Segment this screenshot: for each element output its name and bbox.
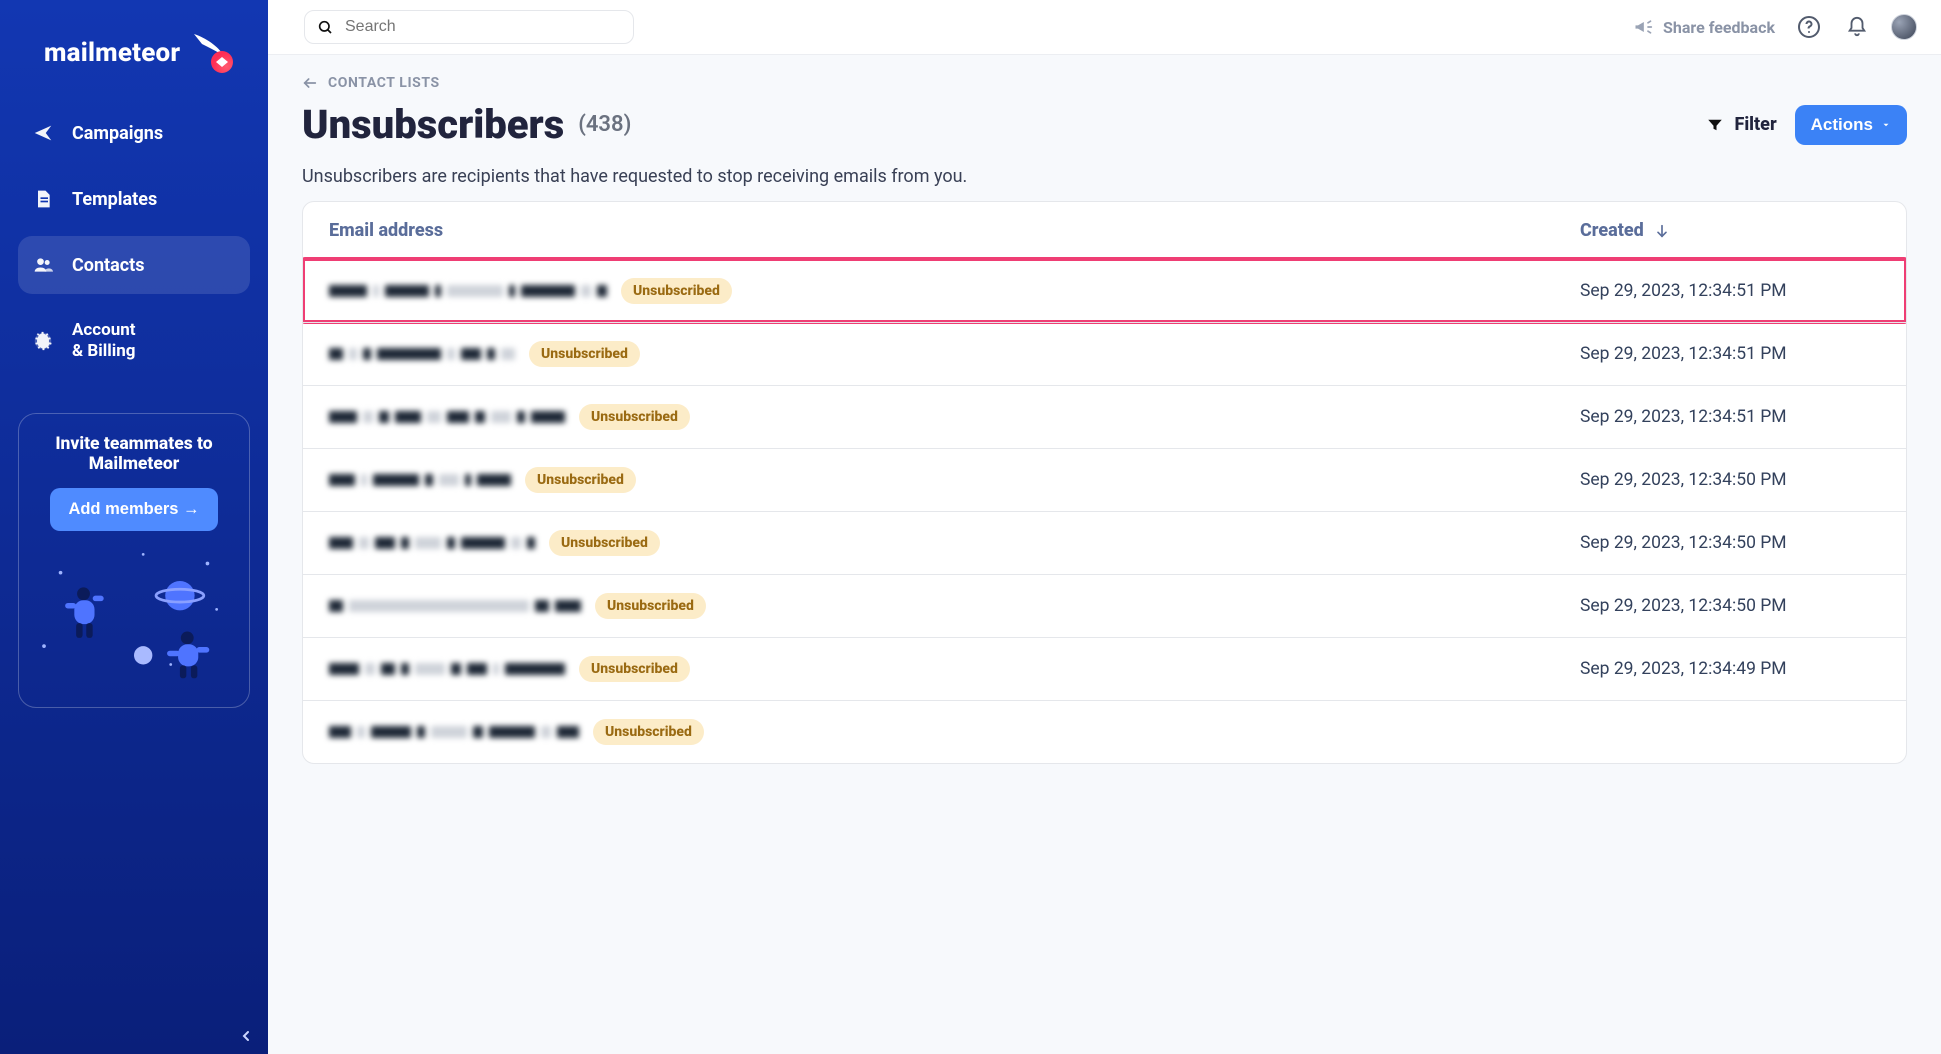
contacts-icon <box>32 254 54 276</box>
brand-name: mailmeteor <box>44 38 180 68</box>
add-members-button[interactable]: Add members → <box>50 488 217 531</box>
page-title: Unsubscribers <box>302 101 564 148</box>
invite-title: Invite teammates to Mailmeteor <box>33 434 235 474</box>
table-header: Email address Created <box>303 202 1906 259</box>
sidebar-item-label: Templates <box>72 189 157 210</box>
redacted-email <box>329 348 515 360</box>
sidebar-item-contacts[interactable]: Contacts <box>18 236 250 294</box>
caret-down-icon <box>1881 120 1891 130</box>
table-row[interactable]: Unsubscribed Sep 29, 2023, 12:34:51 PM <box>303 322 1906 385</box>
actions-label: Actions <box>1811 115 1873 135</box>
redacted-email <box>329 474 511 486</box>
sidebar-nav: Campaigns Templates Contacts Account& Billi… <box>0 94 268 391</box>
cell-email: Unsubscribed <box>329 656 1580 682</box>
filter-label: Filter <box>1734 114 1776 135</box>
sidebar-item-campaigns[interactable]: Campaigns <box>18 104 250 162</box>
redacted-email <box>329 537 535 549</box>
search-box[interactable] <box>304 10 634 44</box>
actions-button[interactable]: Actions <box>1795 105 1907 145</box>
status-badge: Unsubscribed <box>579 656 690 682</box>
share-feedback-label: Share feedback <box>1663 18 1775 37</box>
invite-teammates-card: Invite teammates to Mailmeteor Add membe… <box>18 413 250 708</box>
collapse-sidebar-button[interactable] <box>238 1028 254 1044</box>
brand-logo: mailmeteor <box>0 0 268 94</box>
cell-created: Sep 29, 2023, 12:34:51 PM <box>1580 344 1880 364</box>
breadcrumb-back[interactable]: CONTACT LISTS <box>302 75 1907 91</box>
table-row[interactable]: Unsubscribed Sep 29, 2023, 12:34:50 PM <box>303 448 1906 511</box>
redacted-email <box>329 726 579 738</box>
search-input[interactable] <box>343 17 621 37</box>
redacted-email <box>329 663 565 675</box>
status-badge: Unsubscribed <box>529 341 640 367</box>
sort-desc-icon <box>1654 223 1670 239</box>
page-description: Unsubscribers are recipients that have r… <box>302 166 1907 187</box>
redacted-email <box>329 411 565 423</box>
sidebar-item-account-billing[interactable]: Account& Billing <box>18 302 250 381</box>
cell-created: Sep 29, 2023, 12:34:49 PM <box>1580 659 1880 679</box>
sidebar-item-label: Contacts <box>72 255 144 276</box>
breadcrumb-label: CONTACT LISTS <box>328 75 440 91</box>
table-row[interactable]: Unsubscribed Sep 29, 2023, 12:34:51 PM <box>303 385 1906 448</box>
share-feedback-button[interactable]: Share feedback <box>1633 17 1775 37</box>
status-badge: Unsubscribed <box>621 278 732 304</box>
cell-created: Sep 29, 2023, 12:34:50 PM <box>1580 533 1880 553</box>
redacted-email <box>329 600 581 612</box>
cell-email: Unsubscribed <box>329 593 1580 619</box>
sidebar-item-templates[interactable]: Templates <box>18 170 250 228</box>
arrow-left-icon <box>302 75 318 91</box>
cell-created: Sep 29, 2023, 12:34:50 PM <box>1580 470 1880 490</box>
status-badge: Unsubscribed <box>579 404 690 430</box>
meteor-icon <box>188 30 234 76</box>
sidebar: mailmeteor Campaigns Templates Contacts Acc… <box>0 0 268 1054</box>
main-area: Share feedback CONTACT LISTS Unsubscrib <box>268 0 1941 1054</box>
campaigns-icon <box>32 122 54 144</box>
topbar: Share feedback <box>268 0 1941 55</box>
bell-icon[interactable] <box>1843 13 1871 41</box>
status-badge: Unsubscribed <box>595 593 706 619</box>
status-badge: Unsubscribed <box>593 719 704 745</box>
templates-icon <box>32 188 54 210</box>
filter-button[interactable]: Filter <box>1706 114 1776 135</box>
cell-email: Unsubscribed <box>329 341 1580 367</box>
help-icon[interactable] <box>1795 13 1823 41</box>
filter-icon <box>1706 116 1724 134</box>
page-count: (438) <box>578 112 631 137</box>
cell-email: Unsubscribed <box>329 719 1580 745</box>
redacted-email <box>329 285 607 297</box>
status-badge: Unsubscribed <box>549 530 660 556</box>
cell-email: Unsubscribed <box>329 530 1580 556</box>
table-row[interactable]: Unsubscribed Sep 29, 2023, 12:34:51 PM <box>303 259 1906 322</box>
search-icon <box>317 19 333 35</box>
account-billing-icon <box>32 330 54 352</box>
column-created[interactable]: Created <box>1580 220 1880 241</box>
cell-email: Unsubscribed <box>329 467 1580 493</box>
avatar[interactable] <box>1891 14 1917 40</box>
table-row[interactable]: Unsubscribed Sep 29, 2023, 12:34:49 PM <box>303 637 1906 700</box>
cell-created: Sep 29, 2023, 12:34:50 PM <box>1580 596 1880 616</box>
unsubscribers-table: Email address Created Unsubscribed Sep 29… <box>302 201 1907 764</box>
cell-created: Sep 29, 2023, 12:34:51 PM <box>1580 407 1880 427</box>
table-row[interactable]: Unsubscribed Sep 29, 2023, 12:34:50 PM <box>303 511 1906 574</box>
column-email[interactable]: Email address <box>329 220 1580 241</box>
page-content: CONTACT LISTS Unsubscribers (438) Filter… <box>268 55 1941 1054</box>
table-row[interactable]: Unsubscribed Sep 29, 2023, 12:34:50 PM <box>303 574 1906 637</box>
sidebar-item-label: Account& Billing <box>72 320 136 363</box>
sidebar-item-label: Campaigns <box>72 123 163 144</box>
megaphone-icon <box>1633 17 1653 37</box>
table-row[interactable]: Unsubscribed <box>303 700 1906 763</box>
space-illustration <box>33 539 235 689</box>
cell-email: Unsubscribed <box>329 404 1580 430</box>
cell-email: Unsubscribed <box>329 278 1580 304</box>
status-badge: Unsubscribed <box>525 467 636 493</box>
cell-created: Sep 29, 2023, 12:34:51 PM <box>1580 281 1880 301</box>
